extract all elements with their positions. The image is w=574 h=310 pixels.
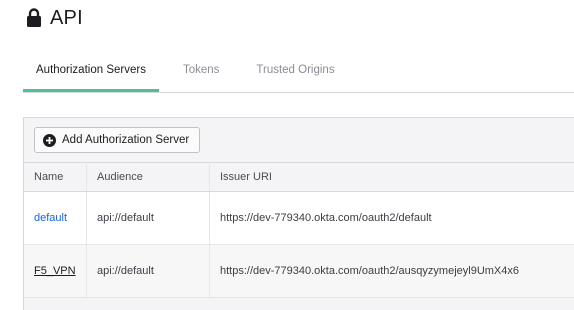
table-row: default api://default https://dev-779340… [24,191,574,245]
column-header-audience[interactable]: Audience [86,162,210,192]
table-row: F5_VPN api://default https://dev-779340.… [24,244,574,298]
plus-circle-icon [43,133,56,147]
lock-icon [27,8,41,27]
tab-trusted-origins[interactable]: Trusted Origins [256,56,334,92]
server-link-f5-vpn[interactable]: F5_VPN [34,265,76,277]
page-header: API [26,6,83,30]
server-name-cell: F5_VPN [24,244,87,298]
authorization-servers-table: Name Audience Issuer URI default api://d… [24,162,574,298]
page-title: API [50,6,83,29]
server-name-cell: default [24,191,87,245]
column-header-issuer-uri[interactable]: Issuer URI [209,162,574,192]
add-authorization-server-label: Add Authorization Server [62,134,190,146]
tab-bar: Authorization Servers Tokens Trusted Ori… [23,56,574,93]
tab-tokens[interactable]: Tokens [183,56,219,92]
add-authorization-server-button[interactable]: Add Authorization Server [34,127,201,153]
authorization-servers-panel: Add Authorization Server Name Audience I… [23,117,574,310]
toolbar: Add Authorization Server [24,118,574,162]
audience-cell: api://default [86,191,210,245]
issuer-uri-cell: https://dev-779340.okta.com/oauth2/defau… [209,191,574,245]
server-link-default[interactable]: default [34,212,67,224]
audience-cell: api://default [86,244,210,298]
tab-authorization-servers[interactable]: Authorization Servers [23,56,159,92]
table-header-row: Name Audience Issuer URI [24,162,574,192]
issuer-uri-cell: https://dev-779340.okta.com/oauth2/ausqy… [209,244,574,298]
column-header-name[interactable]: Name [24,162,87,192]
